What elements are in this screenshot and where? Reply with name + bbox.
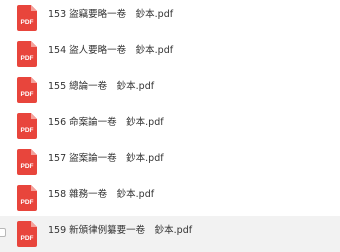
svg-text:PDF: PDF [21,19,34,26]
file-name: 156 命案論一卷 鈔本.pdf [48,117,164,128]
file-name: 157 盜案論一卷 鈔本.pdf [48,153,164,164]
file-list: PDF 153 盜竊要略一卷 鈔本.pdf PDF 154 盜人要略一卷 鈔本.… [0,0,340,252]
svg-text:PDF: PDF [21,91,34,98]
file-row[interactable]: PDF 154 盜人要略一卷 鈔本.pdf [0,36,340,72]
file-row[interactable]: PDF 157 盜案論一卷 鈔本.pdf [0,144,340,180]
file-name: 159 新頒律例纂要一卷 鈔本.pdf [48,225,193,236]
pdf-file-icon: PDF [17,77,37,103]
svg-text:PDF: PDF [21,163,34,170]
file-name: 155 總論一卷 鈔本.pdf [48,81,155,92]
svg-text:PDF: PDF [21,55,34,62]
file-row[interactable]: PDF 159 新頒律例纂要一卷 鈔本.pdf [0,216,340,252]
pdf-file-icon: PDF [17,5,37,31]
pdf-file-icon: PDF [17,185,37,211]
file-row[interactable]: PDF 153 盜竊要略一卷 鈔本.pdf [0,0,340,36]
pdf-file-icon: PDF [17,149,37,175]
svg-text:PDF: PDF [21,199,34,206]
file-row[interactable]: PDF 155 總論一卷 鈔本.pdf [0,72,340,108]
file-row[interactable]: PDF 158 雜務一卷 鈔本.pdf [0,180,340,216]
svg-text:PDF: PDF [21,127,34,134]
file-name: 153 盜竊要略一卷 鈔本.pdf [48,9,174,20]
file-name: 158 雜務一卷 鈔本.pdf [48,189,155,200]
file-row[interactable]: PDF 156 命案論一卷 鈔本.pdf [0,108,340,144]
pdf-file-icon: PDF [17,221,37,247]
svg-text:PDF: PDF [21,235,34,242]
pdf-file-icon: PDF [17,41,37,67]
row-checkbox[interactable] [0,228,6,237]
file-name: 154 盜人要略一卷 鈔本.pdf [48,45,174,56]
pdf-file-icon: PDF [17,113,37,139]
